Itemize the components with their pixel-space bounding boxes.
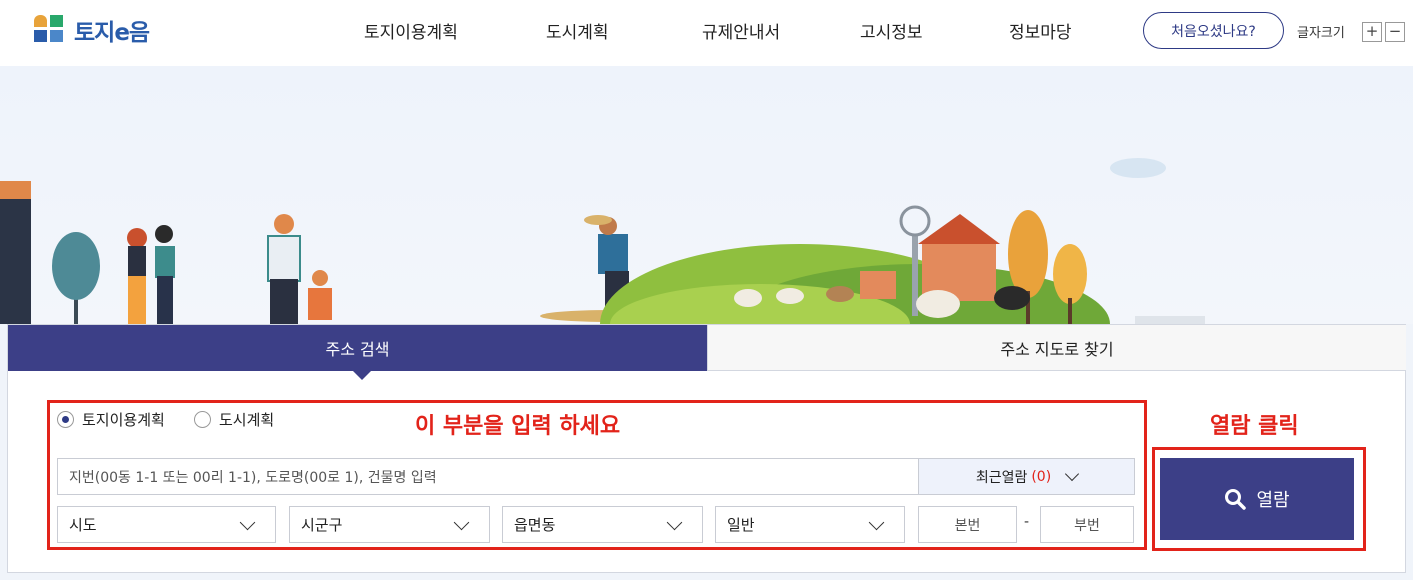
chevron-down-icon <box>1065 466 1080 481</box>
font-decrease-button[interactable]: − <box>1385 22 1405 42</box>
nav-regulation-guide[interactable]: 규제안내서 <box>702 18 780 43</box>
recent-view-label: 최근열람 <box>975 469 1028 486</box>
radio-city-plan-label: 도시계획 <box>219 411 275 429</box>
radio-checked-icon <box>57 411 74 428</box>
sub-number-input[interactable]: 부번 <box>1040 506 1134 543</box>
sigungu-select[interactable]: 시군구 <box>289 506 490 543</box>
nav-land-use-plan[interactable]: 토지이용계획 <box>364 18 458 43</box>
nav-info-plaza[interactable]: 정보마당 <box>1009 18 1072 43</box>
recent-view-count: (0) <box>1031 468 1052 485</box>
address-search-input[interactable]: 지번(00동 1-1 또는 00리 1-1), 도로명(00로 1), 건물명 … <box>57 458 919 495</box>
tab-map-search[interactable]: 주소 지도로 찾기 <box>707 325 1406 371</box>
hero-illustration <box>0 66 1413 324</box>
nav-city-plan[interactable]: 도시계획 <box>546 18 609 43</box>
main-number-input[interactable]: 본번 <box>918 506 1017 543</box>
radio-city-plan[interactable]: 도시계획 <box>194 409 274 430</box>
sigungu-select-value: 시군구 <box>301 516 343 534</box>
recent-view-dropdown[interactable]: 최근열람 (0) <box>918 458 1135 495</box>
radio-land-use-plan[interactable]: 토지이용계획 <box>57 409 165 430</box>
radio-land-use-label: 토지이용계획 <box>82 411 165 429</box>
first-visit-button[interactable]: 처음오셨나요? <box>1143 12 1284 49</box>
logo-mark-icon <box>34 15 66 45</box>
search-icon <box>1225 489 1247 510</box>
font-size-label: 글자크기 <box>1297 26 1345 41</box>
nav-notice-info[interactable]: 고시정보 <box>860 18 923 43</box>
number-dash: - <box>1024 514 1030 530</box>
chevron-down-icon <box>666 514 683 531</box>
click-hint-annotation: 열람 클릭 <box>1210 414 1299 439</box>
chevron-down-icon <box>239 514 256 531</box>
eupmyeondong-select[interactable]: 읍면동 <box>502 506 703 543</box>
chevron-down-icon <box>868 514 885 531</box>
sido-select-value: 시도 <box>69 516 97 534</box>
land-type-select-value: 일반 <box>727 516 755 534</box>
landscape-illustration <box>0 158 1205 324</box>
view-button[interactable]: 열람 <box>1160 458 1354 540</box>
radio-unchecked-icon <box>194 411 211 428</box>
logo-text: 토지e음 <box>74 20 150 46</box>
site-logo[interactable]: 토지e음 <box>34 14 150 46</box>
sido-select[interactable]: 시도 <box>57 506 276 543</box>
input-hint-annotation: 이 부분을 입력 하세요 <box>415 414 621 439</box>
tab-address-search[interactable]: 주소 검색 <box>8 325 707 380</box>
view-button-label: 열람 <box>1256 490 1290 511</box>
chevron-down-icon <box>453 514 470 531</box>
font-increase-button[interactable]: + <box>1362 22 1382 42</box>
land-type-select[interactable]: 일반 <box>715 506 905 543</box>
site-header: 토지e음 토지이용계획 도시계획 규제안내서 고시정보 정보마당 처음오셨나요?… <box>0 0 1413 66</box>
eupmyeondong-select-value: 읍면동 <box>514 516 556 534</box>
